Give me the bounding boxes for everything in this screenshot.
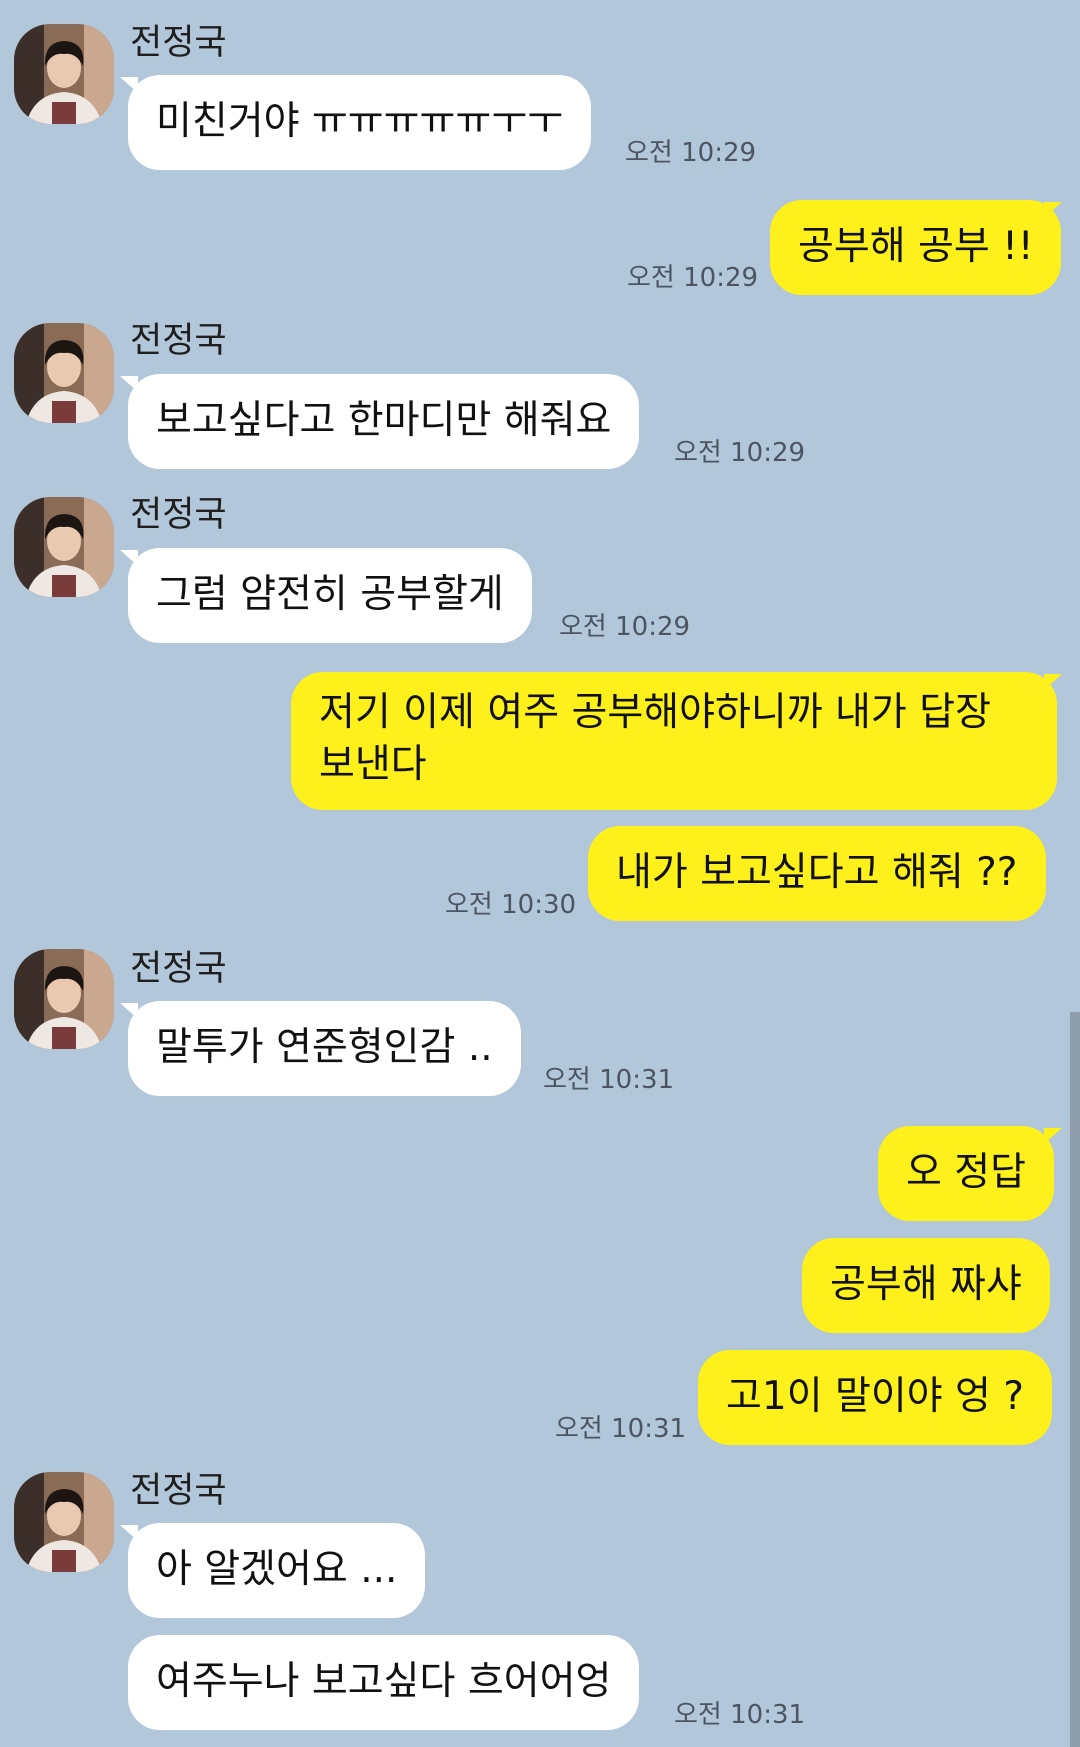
- message-time: 오전 10:30: [445, 890, 577, 920]
- avatar[interactable]: [14, 323, 114, 423]
- message-bubble-incoming[interactable]: 보고싶다고 한마디만 해줘요: [128, 374, 640, 469]
- scrollbar[interactable]: [1070, 1012, 1080, 1747]
- avatar[interactable]: [14, 497, 114, 597]
- message-time: 오전 10:29: [674, 438, 806, 468]
- avatar[interactable]: [14, 1472, 114, 1572]
- message-bubble-outgoing[interactable]: 오 정답: [878, 1126, 1055, 1221]
- message-time: 오전 10:31: [674, 1700, 806, 1730]
- sender-name: 전정국: [130, 1471, 227, 1511]
- sender-name: 전정국: [130, 23, 227, 63]
- sender-name: 전정국: [130, 495, 227, 535]
- avatar[interactable]: [14, 24, 114, 124]
- sender-name: 전정국: [130, 321, 227, 361]
- avatar[interactable]: [14, 949, 114, 1049]
- message-bubble-incoming[interactable]: 아 알겠어요 ...: [128, 1523, 426, 1618]
- message-time: 오전 10:29: [627, 263, 759, 293]
- message-time: 오전 10:29: [625, 138, 757, 168]
- message-time: 오전 10:31: [543, 1065, 675, 1095]
- message-bubble-outgoing[interactable]: 공부해 공부 !!: [770, 200, 1062, 295]
- message-bubble-incoming[interactable]: 그럼 얌전히 공부할게: [128, 548, 532, 643]
- message-bubble-incoming[interactable]: 여주누나 보고싶다 흐어어엉: [128, 1635, 640, 1730]
- message-time: 오전 10:29: [559, 612, 691, 642]
- message-bubble-incoming[interactable]: 미친거야 ㅠㅠㅠㅠㅠㅜㅜ: [128, 75, 592, 170]
- message-bubble-outgoing[interactable]: 고1이 말이야 엉 ?: [698, 1350, 1052, 1445]
- sender-name: 전정국: [130, 949, 227, 989]
- message-time: 오전 10:31: [555, 1414, 687, 1444]
- message-bubble-outgoing[interactable]: 저기 이제 여주 공부해야하니까 내가 답장 보낸다: [291, 672, 1057, 810]
- message-bubble-outgoing[interactable]: 공부해 짜샤: [802, 1238, 1050, 1333]
- message-bubble-incoming[interactable]: 말투가 연준형인감 ..: [128, 1001, 521, 1096]
- message-bubble-outgoing[interactable]: 내가 보고싶다고 해줘 ??: [588, 826, 1046, 921]
